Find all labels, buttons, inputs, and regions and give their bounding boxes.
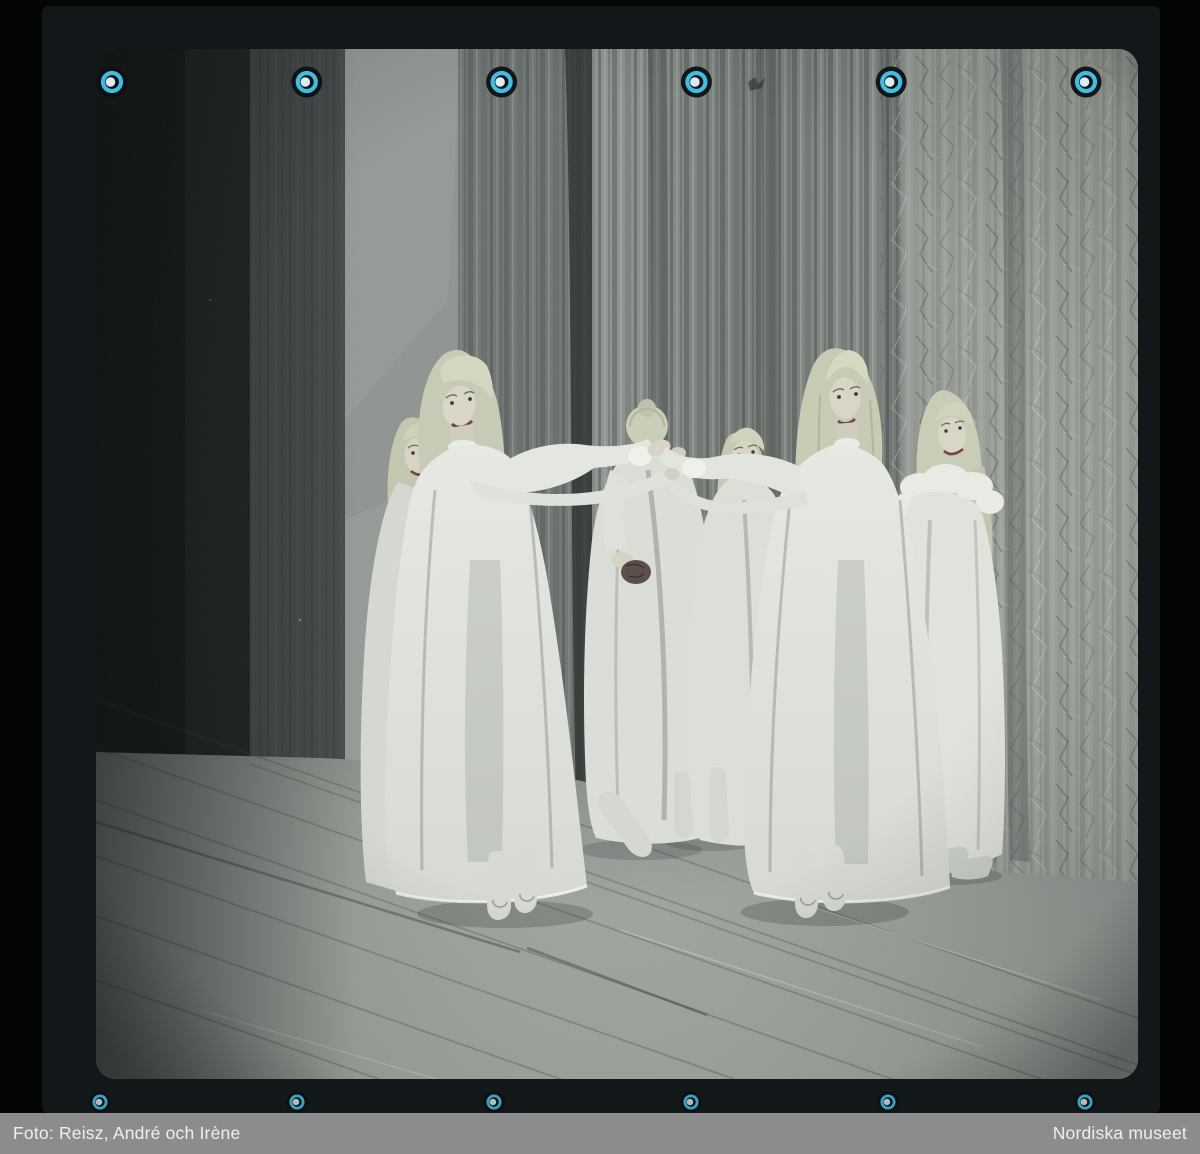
film-perforation-dot bbox=[89, 1091, 110, 1112]
film-perforation-dot bbox=[1071, 67, 1102, 98]
film-perforation-dot bbox=[876, 67, 907, 98]
photo-grain bbox=[96, 49, 1138, 1079]
photograph bbox=[96, 49, 1138, 1117]
film-perforation-dot bbox=[680, 1091, 701, 1112]
film-perforation-dot bbox=[291, 67, 322, 98]
film-perforation-dot bbox=[681, 67, 712, 98]
film-negative-scan bbox=[0, 0, 1200, 1154]
film-perforation-dot bbox=[97, 67, 128, 98]
film-perforation-dot bbox=[486, 67, 517, 98]
caption-bar: Foto: Reisz, André och Irène Nordiska mu… bbox=[0, 1113, 1200, 1154]
film-perforation-dot bbox=[1074, 1091, 1095, 1112]
film-perforation-dot bbox=[877, 1091, 898, 1112]
caption-museum: Nordiska museet bbox=[1053, 1123, 1187, 1144]
film-perforation-dot bbox=[286, 1091, 307, 1112]
caption-photographer: Foto: Reisz, André och Irène bbox=[13, 1123, 240, 1144]
scanned-film-photo: Foto: Reisz, André och Irène Nordiska mu… bbox=[0, 0, 1200, 1154]
film-perforation-dot bbox=[483, 1091, 504, 1112]
